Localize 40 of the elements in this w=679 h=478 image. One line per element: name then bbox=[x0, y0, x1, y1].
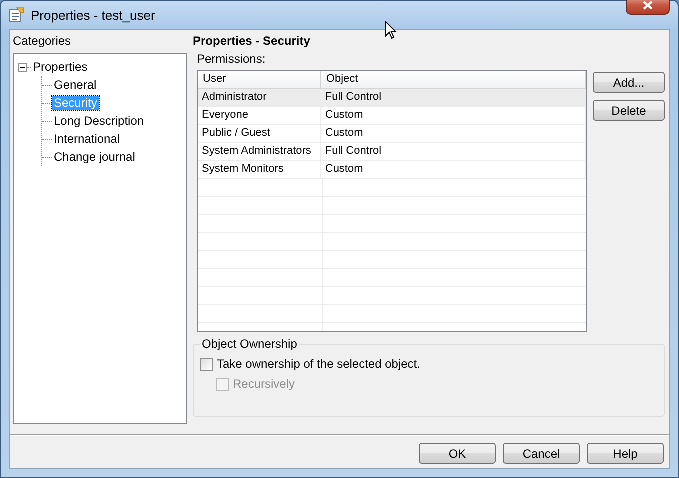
close-button[interactable] bbox=[626, 0, 670, 15]
categories-label: Categories bbox=[13, 34, 72, 48]
table-row[interactable]: System Administrators Full Control bbox=[198, 143, 586, 161]
help-button[interactable]: Help bbox=[587, 443, 664, 464]
table-cell: System Monitors bbox=[198, 161, 322, 178]
table-cell: Full Control bbox=[321, 89, 586, 106]
cancel-button[interactable]: Cancel bbox=[503, 443, 580, 464]
collapse-icon[interactable] bbox=[18, 62, 27, 72]
table-row[interactable]: Everyone Custom bbox=[198, 107, 586, 125]
table-cell: Public / Guest bbox=[198, 125, 322, 142]
table-cell: Custom bbox=[321, 161, 586, 178]
column-header[interactable]: User bbox=[198, 71, 322, 88]
tree-item[interactable]: Change journal bbox=[52, 150, 138, 164]
close-icon bbox=[643, 0, 653, 10]
tree-item[interactable]: International bbox=[52, 132, 122, 146]
tree-item[interactable]: Long Description bbox=[52, 114, 146, 128]
table-cell: Full Control bbox=[321, 143, 586, 160]
tree-item[interactable]: General bbox=[52, 78, 99, 92]
checkbox-label: Recursively bbox=[233, 377, 296, 391]
properties-icon bbox=[9, 7, 25, 23]
delete-button[interactable]: Delete bbox=[593, 100, 665, 121]
group-title: Object Ownership bbox=[200, 337, 300, 351]
tree-item[interactable]: Properties bbox=[31, 60, 90, 74]
table-row[interactable]: Administrator Full Control bbox=[198, 89, 586, 107]
checkbox-label: Take ownership of the selected object. bbox=[217, 357, 420, 371]
table-cell: Administrator bbox=[198, 89, 322, 106]
table-cell: Custom bbox=[321, 107, 586, 124]
table-cell: Everyone bbox=[198, 107, 322, 124]
mouse-pointer-icon bbox=[385, 21, 397, 40]
table-row[interactable]: Public / Guest Custom bbox=[198, 125, 586, 143]
table-cell: Custom bbox=[321, 125, 586, 142]
ok-button[interactable]: OK bbox=[419, 443, 496, 464]
permissions-label: Permissions: bbox=[197, 52, 267, 66]
page-title: Properties - Security bbox=[193, 34, 312, 48]
column-header[interactable]: Object bbox=[321, 71, 586, 88]
checkbox[interactable] bbox=[200, 358, 213, 370]
window-title: Properties - test_user bbox=[31, 8, 156, 22]
table-row[interactable]: System Monitors Custom bbox=[198, 161, 586, 179]
add-button[interactable]: Add... bbox=[593, 72, 665, 93]
table-cell: System Administrators bbox=[198, 143, 322, 160]
